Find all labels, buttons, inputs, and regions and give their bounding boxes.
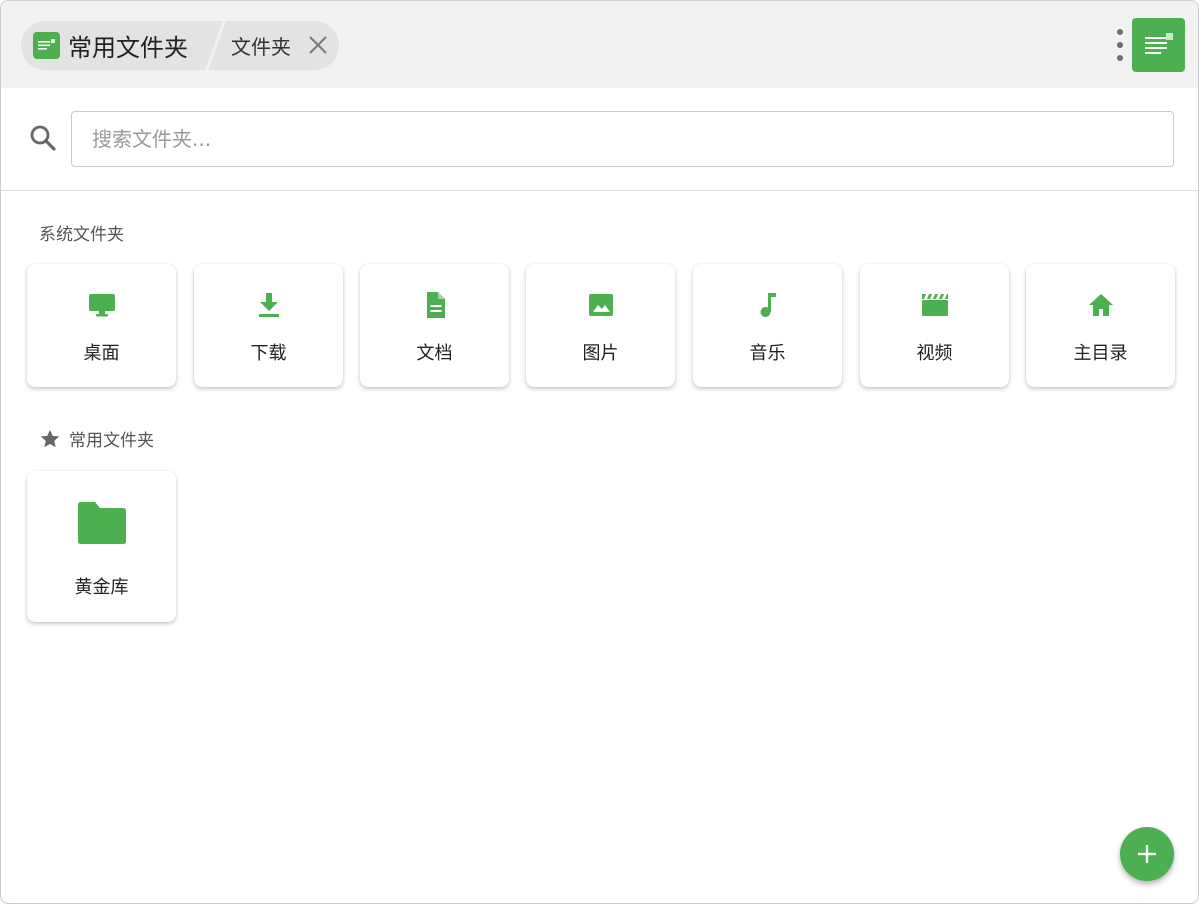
system-folders-heading: 系统文件夹	[39, 220, 124, 245]
video-icon	[921, 294, 948, 316]
top-bar: 常用文件夹 文件夹	[1, 1, 1198, 88]
plus-icon	[1138, 845, 1156, 863]
document-icon	[426, 292, 445, 318]
folder-card-desktop[interactable]: 桌面	[27, 264, 176, 387]
folder-card-videos[interactable]: 视频	[860, 264, 1009, 387]
favorites-heading: 常用文件夹	[39, 426, 154, 451]
breadcrumb-item-folders[interactable]: 文件夹	[211, 21, 339, 70]
more-vertical-icon-dot	[1117, 55, 1123, 61]
desktop-icon	[88, 294, 115, 317]
download-icon	[258, 293, 279, 317]
folder-label: 图片	[582, 343, 619, 364]
breadcrumb: 常用文件夹 文件夹	[21, 21, 339, 70]
folder-card-home[interactable]: 主目录	[1026, 264, 1175, 387]
folder-label: 视频	[916, 343, 953, 364]
folder-card-downloads[interactable]: 下载	[194, 264, 343, 387]
more-options-button[interactable]	[1111, 27, 1129, 63]
folder-card-pictures[interactable]: 图片	[526, 264, 675, 387]
app-menu-button[interactable]	[1132, 18, 1185, 72]
folder-label: 音乐	[749, 343, 786, 364]
more-vertical-icon-dot	[1117, 42, 1123, 48]
breadcrumb-item-favorites[interactable]: 常用文件夹	[21, 21, 211, 70]
add-folder-button[interactable]	[1120, 827, 1174, 881]
folder-label: 文档	[416, 343, 453, 364]
folder-card-favorite[interactable]: 黄金库	[27, 471, 176, 622]
notes-app-icon	[33, 32, 60, 59]
notes-app-icon	[1144, 33, 1173, 54]
folder-label: 桌面	[83, 343, 120, 364]
system-folders-title: 系统文件夹	[39, 225, 124, 245]
app-window: 常用文件夹 文件夹 搜索文件夹... 系统文件夹 桌面 下载 文档 图片 音乐 …	[0, 0, 1199, 904]
breadcrumb-label-favorites: 常用文件夹	[68, 34, 188, 62]
music-icon	[760, 293, 776, 317]
folder-label: 黄金库	[74, 577, 129, 598]
home-icon	[1088, 294, 1113, 316]
star-icon	[40, 429, 60, 447]
close-icon[interactable]	[307, 34, 329, 56]
breadcrumb-label-folders: 文件夹	[231, 35, 291, 59]
favorites-title: 常用文件夹	[69, 431, 154, 451]
image-icon	[588, 294, 613, 316]
folder-label: 主目录	[1073, 343, 1128, 364]
search-input[interactable]	[71, 111, 1174, 167]
folder-card-music[interactable]: 音乐	[693, 264, 842, 387]
folder-card-documents[interactable]: 文档	[360, 264, 509, 387]
folder-label: 下载	[250, 343, 287, 364]
folder-icon	[77, 502, 126, 544]
search-icon	[30, 125, 56, 151]
more-vertical-icon	[1117, 29, 1123, 35]
search-bar	[1, 88, 1198, 191]
